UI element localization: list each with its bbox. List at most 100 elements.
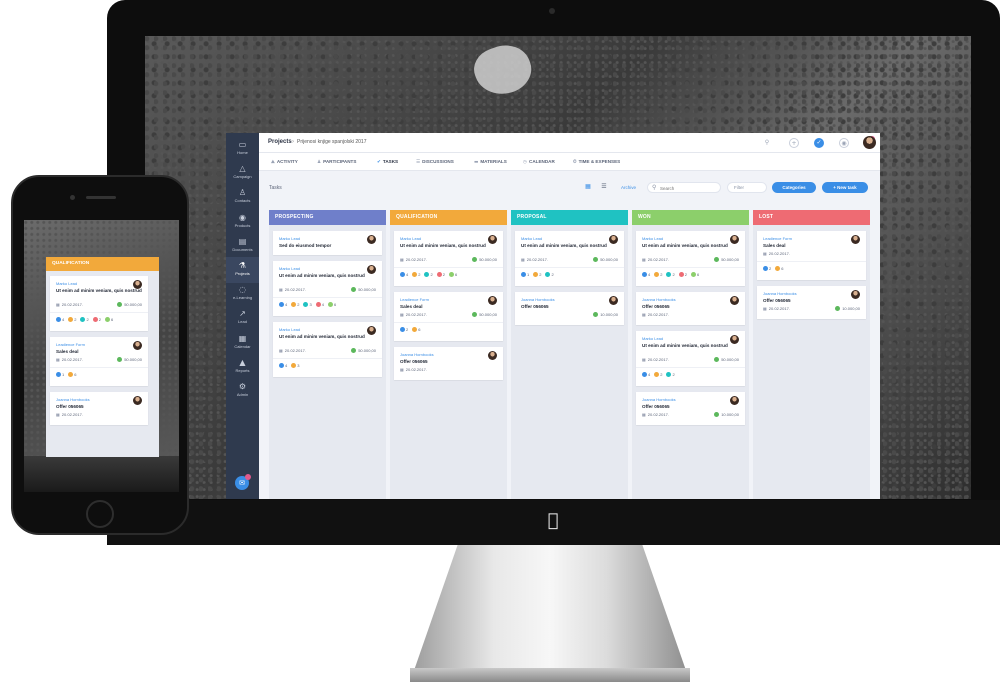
tab-participants[interactable]: ♟ PARTICIPANTS — [317, 159, 356, 165]
phone-column-header[interactable]: QUALIFICATION — [46, 257, 159, 271]
card-owner-link[interactable]: Joanna Hornbooks — [642, 297, 676, 302]
stat-count: 2 — [660, 372, 663, 377]
stat-count: 2 — [74, 317, 77, 322]
add-icon[interactable]: + — [789, 138, 799, 148]
stat-count: 2 — [672, 272, 675, 277]
tab-discussions[interactable]: ☰ DISCUSSIONS — [416, 159, 454, 165]
phone-kanban-column: QUALIFICATION Marko Lead Ut enim ad minim… — [46, 257, 159, 457]
tab-calendar[interactable]: ◷ CALENDAR — [523, 159, 555, 165]
kanban-view-icon[interactable]: ▦ — [583, 183, 593, 191]
sidebar-item-home[interactable]: ▭ Home — [226, 136, 259, 162]
card-owner-link[interactable]: Joanna Hornbooks — [763, 291, 797, 296]
column-header[interactable]: PROPOSAL — [511, 210, 628, 225]
tab-tasks[interactable]: ✔ TASKS — [377, 159, 398, 165]
card-date-value: 20.02.2017. — [284, 348, 306, 353]
tab-materials[interactable]: ▬ MATERIALS — [474, 159, 507, 165]
card-date-value: 20.02.2017. — [61, 357, 83, 362]
categories-button[interactable]: Categories — [772, 182, 816, 193]
column-header[interactable]: QUALIFICATION — [390, 210, 507, 225]
filter-button[interactable]: Filter — [727, 182, 767, 193]
task-card[interactable]: Joanna Hornbooks Offer 056065 ▦ 20.02.2017. — [394, 347, 503, 380]
notifications-icon[interactable]: ◉ — [839, 138, 849, 148]
card-owner-link[interactable]: Joanna Hornbooks — [642, 397, 676, 402]
search-icon[interactable]: ⚲ — [762, 138, 772, 148]
stat-count: 2 — [297, 302, 300, 307]
card-avatar — [488, 235, 497, 244]
task-card[interactable]: Marko Lead Ut enim ad minim veniam, quis … — [636, 231, 745, 286]
sidebar-item-documents[interactable]: ▤ Documents — [226, 233, 259, 259]
search-input[interactable] — [660, 184, 718, 192]
column-header[interactable]: PROSPECTING — [269, 210, 386, 225]
card-divider — [757, 261, 866, 262]
check-icon[interactable]: ✓ — [814, 138, 824, 148]
card-title: Ut enim ad minim veniam, quis nostrud — [279, 334, 365, 339]
card-date: ▦ 20.02.2017. — [56, 302, 83, 307]
task-card[interactable]: Joanna Hornbooks Offer 056065 ▦ 20.02.2017.… — [636, 392, 745, 425]
stat-count: 6 — [418, 327, 421, 332]
monitor-icon: ▭ — [238, 140, 247, 149]
sidebar-item-campaign[interactable]: △ Campaign — [226, 160, 259, 186]
sidebar-item-contacts[interactable]: ♙ Contacts — [226, 184, 259, 210]
card-owner-link[interactable]: Marko Lead — [521, 236, 542, 241]
card-owner-link[interactable]: Marko Lead — [642, 236, 663, 241]
calendar-icon: ▦ — [400, 257, 404, 262]
stat-icon — [690, 272, 696, 277]
trend-icon: ↗ — [239, 309, 246, 319]
phone-home-button[interactable] — [86, 500, 114, 528]
sidebar-item-admin[interactable]: ⚙ Admin — [226, 378, 259, 404]
new-task-button[interactable]: + New task — [822, 182, 868, 193]
card-owner-link[interactable]: Marko Lead — [56, 281, 77, 286]
sidebar-item-reports[interactable]: ▲ Reports — [226, 354, 259, 380]
task-card[interactable]: Leadience Form Sales deal ▦ 20.02.2017. 50.0… — [50, 337, 148, 386]
card-owner-link[interactable]: Joanna Hornbooks — [56, 397, 90, 402]
card-owner-link[interactable]: Marko Lead — [400, 236, 421, 241]
task-card[interactable]: Leadience Form Sales deal ▦ 20.02.2017. 50.0… — [394, 292, 503, 341]
card-owner-link[interactable]: Joanna Hornbooks — [521, 297, 555, 302]
card-amount: 50.000,00 — [472, 257, 497, 262]
tab-label: PARTICIPANTS — [323, 159, 357, 164]
column-header[interactable]: LOST — [753, 210, 870, 225]
task-card[interactable]: Marko Lead Ut enim ad minim veniam, quis … — [636, 331, 745, 386]
card-amount-value: 50.000,00 — [358, 287, 376, 292]
sidebar-item-products[interactable]: ◉ Products — [226, 209, 259, 235]
column-header[interactable]: WON — [632, 210, 749, 225]
imac-stand-base — [410, 668, 690, 682]
task-card[interactable]: Joanna Hornbooks Offer 056065 ▦ 20.02.2017. — [50, 392, 148, 425]
tab-time-expenses[interactable]: ⏱ TIME & EXPENSES — [573, 159, 620, 165]
card-owner-link[interactable]: Leadience Form — [56, 342, 85, 347]
task-card[interactable]: Marko Lead Ut enim ad minim veniam, quis … — [515, 231, 624, 286]
card-owner-link[interactable]: Marko Lead — [642, 336, 663, 341]
task-card[interactable]: Leadience Form Sales deal ▦ 20.02.2017. 2 6 — [757, 231, 866, 280]
card-owner-link[interactable]: Marko Lead — [279, 236, 300, 241]
task-card[interactable]: Marko Lead Sed do eiusmod tempor — [273, 231, 382, 255]
task-card[interactable]: Marko Lead Ut enim ad minim veniam, quis … — [394, 231, 503, 286]
card-stats: 43 — [279, 363, 303, 368]
sidebar-item-lead[interactable]: ↗ Lead — [226, 305, 259, 331]
sidebar-item-calendar[interactable]: ▦ Calendar — [226, 330, 259, 356]
card-date: ▦ 20.02.2017. — [279, 287, 306, 292]
stat-icon — [80, 317, 86, 322]
task-card[interactable]: Joanna Hornbooks Offer 056065 10.000,00 — [515, 292, 624, 325]
card-owner-link[interactable]: Leadience Form — [400, 297, 429, 302]
stat-icon — [56, 317, 61, 322]
card-amount: 50.000,00 — [351, 287, 376, 292]
archive-link[interactable]: Archive — [621, 185, 636, 190]
card-owner-link[interactable]: Marko Lead — [279, 266, 300, 271]
task-card[interactable]: Marko Lead Ut enim ad minim veniam, quis … — [50, 276, 148, 331]
tab-activity[interactable]: ⛰ ACTIVITY — [271, 159, 298, 165]
task-card[interactable]: Marko Lead Ut enim ad minim veniam, quis … — [273, 261, 382, 316]
sidebar-item-projects[interactable]: ⚗ Projects — [226, 257, 259, 283]
user-avatar[interactable] — [863, 136, 876, 149]
breadcrumb-project: Prijenosi knjige spanjolski 2017 — [297, 139, 367, 145]
card-owner-link[interactable]: Marko Lead — [279, 327, 300, 332]
task-card[interactable]: Marko Lead Ut enim ad minim veniam, quis … — [273, 322, 382, 377]
page-title: Tasks — [269, 185, 282, 191]
task-card[interactable]: Joanna Hornbooks Offer 056065 ▦ 20.02.2017. — [636, 292, 745, 325]
list-view-icon[interactable]: ☰ — [599, 183, 609, 191]
card-divider — [636, 267, 745, 268]
breadcrumb-section[interactable]: Projects — [268, 139, 292, 145]
task-card[interactable]: Joanna Hornbooks Offer 056065 ▦ 20.02.2017.… — [757, 286, 866, 319]
sidebar-item-e-learning[interactable]: ◌ e-Learning — [226, 281, 259, 307]
card-owner-link[interactable]: Leadience Form — [763, 236, 792, 241]
card-owner-link[interactable]: Joanna Hornbooks — [400, 352, 434, 357]
